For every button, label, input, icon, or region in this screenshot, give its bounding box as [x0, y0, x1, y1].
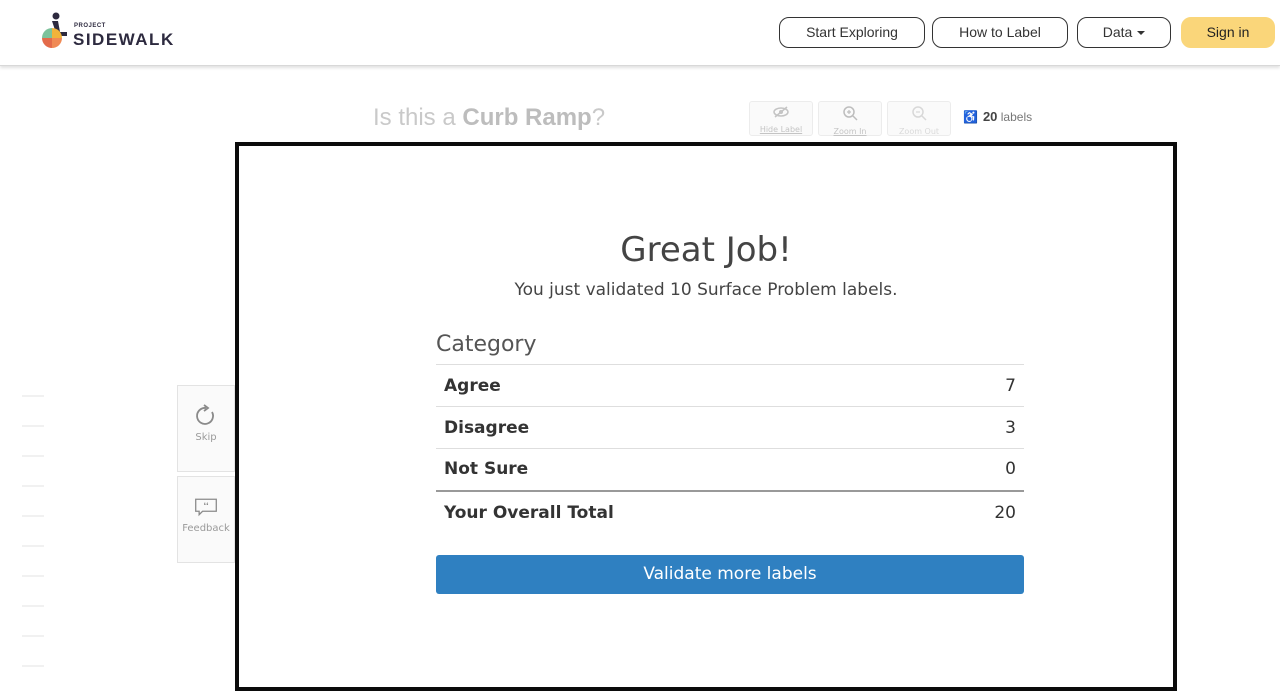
zoom-out-button[interactable]: Zoom Out	[887, 101, 951, 136]
logo-project-text: PROJECT	[74, 23, 106, 29]
total-label: Your Overall Total	[436, 489, 925, 535]
feedback-label: Feedback	[182, 523, 230, 534]
label-count: ♿ 20 labels	[963, 109, 1032, 124]
logo-sidewalk-text: SIDEWALK	[73, 30, 175, 49]
validation-stats-table: Agree 7 Disagree 3 Not Sure 0 Your Overa…	[436, 364, 1024, 535]
validation-question: Is this a Curb Ramp?	[373, 104, 605, 132]
label-count-unit: labels	[1000, 110, 1033, 124]
zoom-out-icon	[888, 105, 950, 125]
feedback-button[interactable]: ❛❛ Feedback	[177, 476, 235, 563]
validate-more-labels-button[interactable]: Validate more labels	[436, 555, 1024, 594]
sign-in-button[interactable]: Sign in	[1181, 17, 1275, 48]
modal-subtitle: You just validated 10 Surface Problem la…	[514, 280, 898, 300]
project-sidewalk-logo[interactable]: PROJECT SIDEWALK	[34, 12, 194, 54]
row-label-disagree: Disagree	[436, 406, 925, 449]
zoom-in-icon	[819, 105, 881, 125]
row-value-not-sure: 0	[924, 448, 1024, 491]
row-value-disagree: 3	[924, 406, 1024, 449]
table-row: Disagree 3	[436, 406, 1024, 449]
data-dropdown-button[interactable]: Data	[1077, 17, 1171, 48]
skip-label: Skip	[195, 432, 217, 443]
zoom-in-text: Zoom In	[833, 127, 867, 136]
modal-title: Great Job!	[620, 230, 792, 270]
background-panel-marks	[22, 395, 46, 695]
category-header: Category	[436, 332, 537, 357]
label-count-value: 20	[982, 109, 998, 124]
skip-button[interactable]: Skip	[177, 385, 235, 472]
table-row: Agree 7	[436, 364, 1024, 407]
total-value: 20	[924, 489, 1024, 535]
question-prefix: Is this a	[373, 104, 456, 131]
top-navbar: PROJECT SIDEWALK Start Exploring How to …	[0, 0, 1280, 66]
refresh-icon	[196, 404, 214, 425]
question-suffix: ?	[591, 104, 606, 131]
zoom-out-text: Zoom Out	[898, 127, 940, 136]
start-exploring-button[interactable]: Start Exploring	[779, 17, 925, 48]
row-label-agree: Agree	[436, 364, 925, 407]
caret-down-icon	[1137, 31, 1146, 36]
table-row: Not Sure 0	[436, 448, 1024, 491]
row-label-not-sure: Not Sure	[436, 448, 925, 491]
zoom-in-button[interactable]: Zoom In	[818, 101, 882, 136]
data-dropdown-label: Data	[1102, 24, 1133, 40]
validation-complete-modal: Great Job! You just validated 10 Surface…	[235, 142, 1177, 691]
how-to-label-button[interactable]: How to Label	[932, 17, 1068, 48]
total-row: Your Overall Total 20	[436, 489, 1024, 535]
speech-bubble-icon: ❛❛	[195, 498, 217, 517]
row-value-agree: 7	[924, 364, 1024, 407]
eye-slash-icon	[750, 105, 812, 123]
wheelchair-logo-icon	[42, 12, 67, 48]
hide-label-text: Hide Label	[759, 125, 803, 134]
question-label-type: Curb Ramp	[462, 104, 592, 131]
accessibility-icon: ♿	[963, 110, 978, 124]
svg-text:❛❛: ❛❛	[204, 501, 209, 510]
hide-label-button[interactable]: Hide Label	[749, 101, 813, 136]
